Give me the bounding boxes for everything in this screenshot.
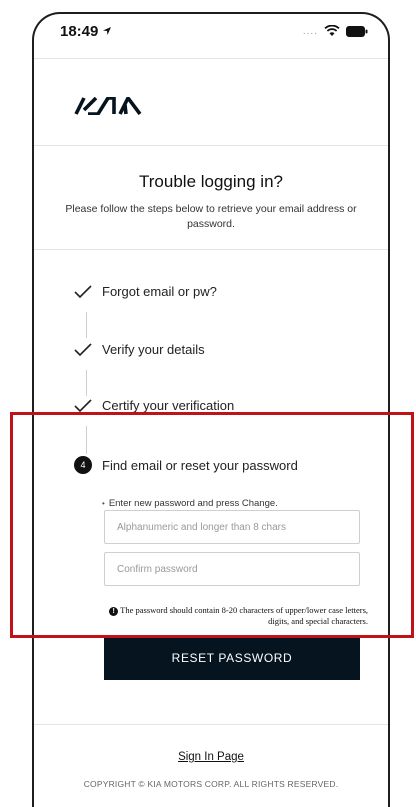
- bullet-icon: •: [102, 499, 105, 508]
- phone-frame: 18:49 .... Trouble logging in? Please fo…: [32, 12, 390, 807]
- new-password-input[interactable]: [104, 510, 360, 544]
- copyright-text: COPYRIGHT © KIA MOTORS CORP. ALL RIGHTS …: [83, 779, 339, 789]
- wifi-icon: [324, 25, 340, 36]
- step-label: Verify your details: [102, 342, 205, 357]
- step-label: Certify your verification: [102, 398, 235, 413]
- app-header: [34, 58, 388, 146]
- kia-logo[interactable]: [74, 97, 142, 115]
- location-arrow-icon: [103, 27, 112, 35]
- status-right: ....: [303, 25, 368, 37]
- title-section: Trouble logging in? Please follow the st…: [34, 146, 388, 250]
- password-rule-note: ! The password should contain 8-20 charac…: [108, 605, 368, 627]
- step-label: Find email or reset your password: [102, 457, 298, 473]
- step-number-badge: 4: [74, 456, 92, 474]
- form-hint: • Enter new password and press Change.: [102, 498, 278, 509]
- sign-in-page-link[interactable]: Sign In Page: [34, 751, 388, 763]
- step-find-reset: 4 Find email or reset your password: [74, 456, 298, 474]
- check-icon: [74, 398, 92, 412]
- info-icon: !: [109, 607, 119, 616]
- page-subtitle: Please follow the steps below to retriev…: [65, 203, 357, 230]
- footer: Sign In Page COPYRIGHT © KIA MOTORS CORP…: [34, 724, 388, 807]
- page-title: Trouble logging in?: [139, 172, 283, 191]
- check-icon: [74, 284, 92, 298]
- confirm-password-input[interactable]: [104, 552, 360, 586]
- step-verify: Verify your details: [74, 342, 205, 357]
- check-icon: [74, 342, 92, 356]
- step-label: Forgot email or pw?: [102, 284, 217, 299]
- battery-icon: [346, 25, 368, 37]
- step-connector: [86, 426, 87, 454]
- step-forgot: Forgot email or pw?: [74, 284, 217, 299]
- step-certify: Certify your verification: [74, 398, 234, 413]
- reset-password-button[interactable]: RESET PASSWORD: [104, 636, 360, 680]
- status-bar: 18:49 ....: [34, 14, 388, 48]
- status-time: 18:49: [60, 22, 99, 40]
- signal-icon: ....: [302, 25, 318, 37]
- step-connector: [86, 370, 87, 396]
- password-rule-text: The password should contain 8-20 charact…: [120, 605, 368, 626]
- status-left: 18:49: [60, 23, 112, 40]
- form-hint-text: Enter new password and press Change.: [108, 498, 278, 509]
- step-connector: [86, 312, 87, 338]
